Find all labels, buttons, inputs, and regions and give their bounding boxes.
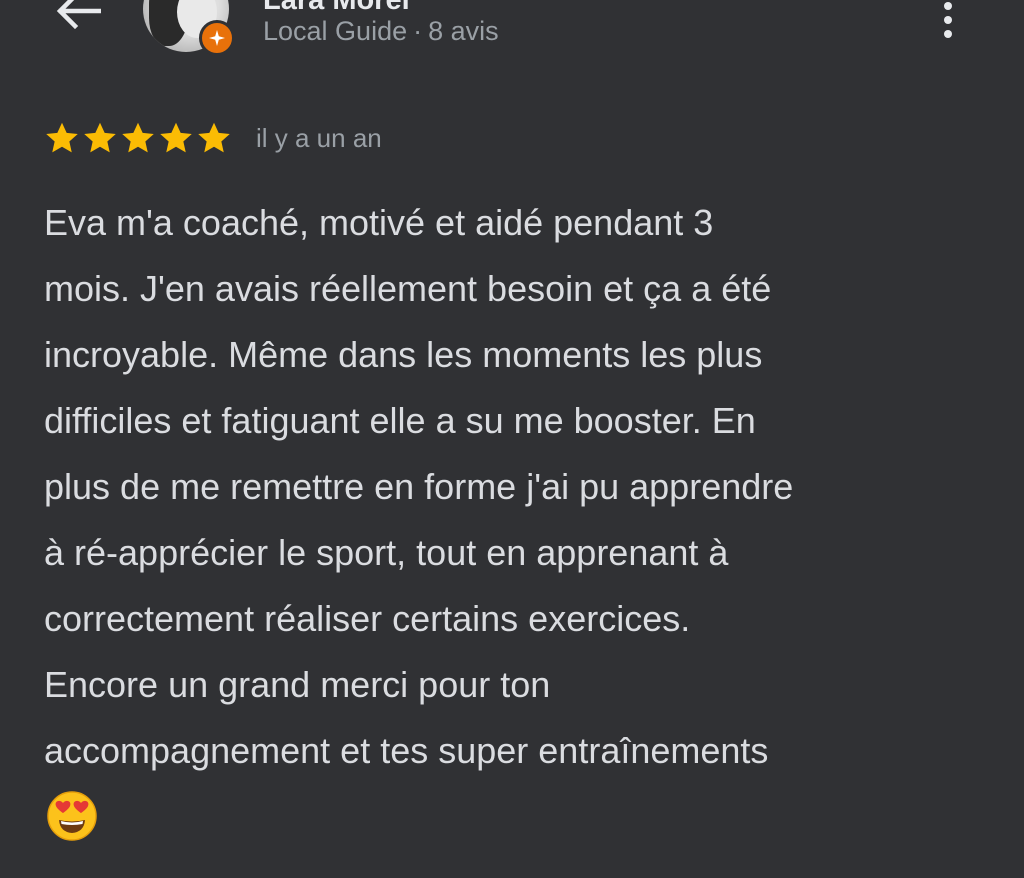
star-icon (122, 122, 154, 153)
separator: · (413, 16, 423, 46)
star-icon (160, 122, 192, 153)
reviewer-avatar[interactable] (143, 0, 235, 56)
star-icon (198, 122, 230, 153)
arrow-back-icon (56, 0, 101, 30)
star-icon (84, 122, 116, 153)
more-vert-icon (944, 2, 952, 10)
rating-row: il y a un an (44, 118, 382, 158)
local-guide-badge-icon (199, 20, 235, 56)
reviewer-name[interactable]: Lara Morel (263, 0, 410, 17)
review-date: il y a un an (256, 122, 382, 153)
star-icon (46, 122, 78, 153)
review-count: 8 avis (428, 16, 499, 46)
heart-eyes-emoji (47, 791, 97, 841)
back-button[interactable] (48, 0, 108, 36)
star-rating (44, 120, 232, 156)
review-header: Lara Morel Local Guide · 8 avis (0, 0, 1024, 70)
review-text: Eva m'a coaché, motivé et aidé pendant 3… (44, 202, 794, 771)
local-guide-label: Local Guide (263, 16, 408, 46)
more-options-button[interactable] (930, 0, 966, 40)
reviewer-subtitle: Local Guide · 8 avis (263, 16, 499, 47)
